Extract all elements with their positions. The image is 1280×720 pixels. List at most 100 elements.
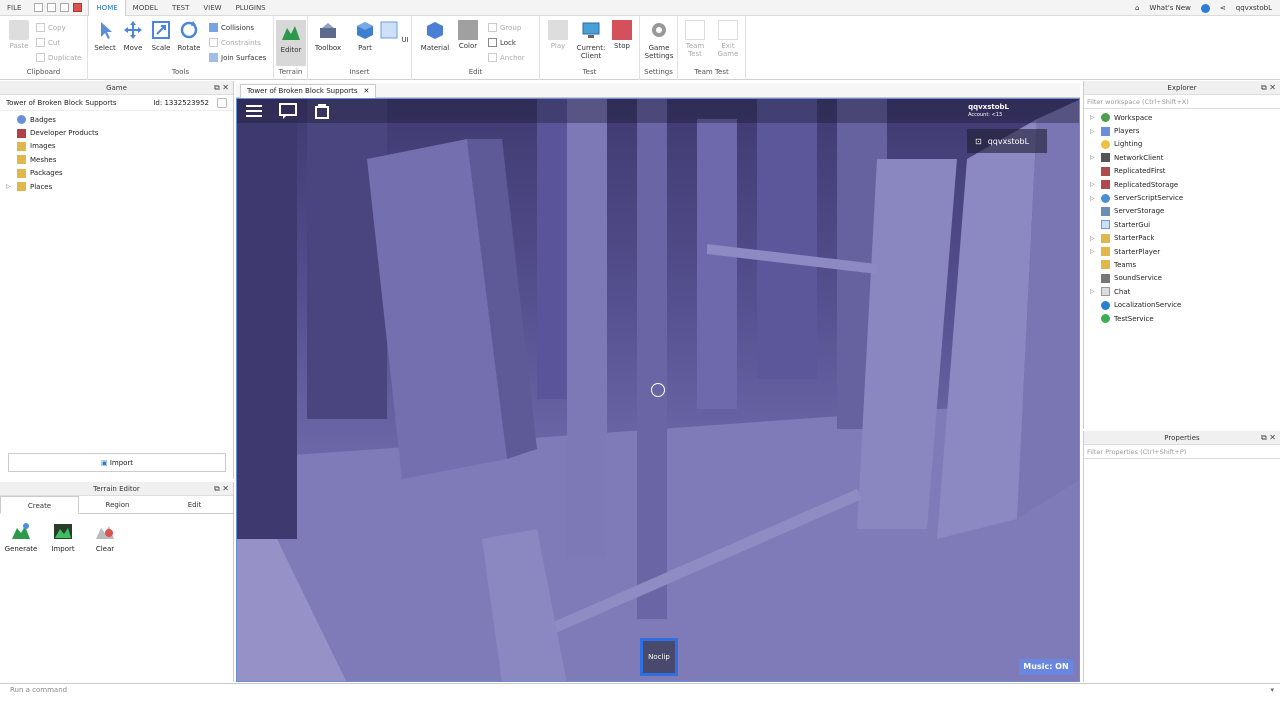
file-menu[interactable]: FILE [0, 0, 28, 16]
command-input[interactable]: Run a command [10, 686, 67, 694]
expand-arrow-icon[interactable]: ▷ [1090, 154, 1095, 161]
tab-edit[interactable]: Edit [156, 496, 233, 513]
move-button[interactable]: Move [118, 20, 148, 52]
exit-game-button[interactable]: Exit Game [713, 20, 743, 58]
paste-button[interactable]: Paste [4, 20, 34, 50]
expand-arrow-icon[interactable]: ▷ [1090, 128, 1095, 135]
explorer-item-soundservice[interactable]: SoundService [1084, 272, 1280, 285]
lock-button[interactable]: Lock [488, 35, 525, 50]
tab-model[interactable]: MODEL [126, 0, 165, 16]
explorer-item-teams[interactable]: Teams [1084, 258, 1280, 271]
ui-button[interactable]: UI [379, 20, 409, 44]
play-button[interactable]: Play [543, 20, 573, 50]
tree-item-packages[interactable]: Packages [0, 167, 233, 180]
username-label[interactable]: qqvxstobL [1236, 4, 1272, 12]
terrain-editor-button[interactable]: Editor [276, 20, 306, 66]
tab-test[interactable]: TEST [165, 0, 196, 16]
explorer-item-localizationservice[interactable]: LocalizationService [1084, 298, 1280, 311]
tree-item-images[interactable]: Images [0, 140, 233, 153]
part-button[interactable]: Part [350, 20, 380, 52]
expand-arrow-icon[interactable]: ▷ [6, 183, 11, 190]
tree-item-places[interactable]: ▷ Places [0, 180, 233, 193]
float-icon[interactable]: ⧉ [214, 484, 220, 493]
group-button[interactable]: Group [488, 20, 525, 35]
tab-home[interactable]: HOME [88, 0, 126, 16]
document-tab[interactable]: Tower of Broken Block Supports ✕ [240, 84, 377, 98]
expand-arrow-icon[interactable]: ▷ [1090, 195, 1095, 202]
rotate-button[interactable]: Rotate [174, 20, 204, 52]
tree-item-badges[interactable]: Badges [0, 113, 233, 126]
close-icon[interactable]: ✕ [222, 83, 229, 92]
redo-icon[interactable] [60, 3, 70, 12]
select-button[interactable]: Select [90, 20, 120, 52]
new-file-icon[interactable] [34, 3, 44, 12]
color-button[interactable]: Color [453, 20, 483, 50]
explorer-item-serverstorage[interactable]: ServerStorage [1084, 205, 1280, 218]
close-icon[interactable]: ✕ [1269, 83, 1276, 92]
close-tab-icon[interactable]: ✕ [364, 85, 370, 98]
player-list-entry[interactable]: ⊡ qqvxstobL [967, 129, 1047, 153]
music-toggle-button[interactable]: Music: ON [1019, 659, 1073, 675]
menu-icon[interactable] [245, 103, 263, 119]
chat-icon[interactable] [279, 103, 297, 119]
explorer-item-serverscriptservice[interactable]: ▷ ServerScriptService [1084, 191, 1280, 204]
constraints-toggle[interactable]: Constraints [209, 35, 266, 50]
undo-icon[interactable] [47, 3, 57, 12]
game-viewport[interactable]: qqvxstobL Account: <13 ⊡ qqvxstobL Nocli… [236, 98, 1080, 682]
tab-region[interactable]: Region [79, 496, 156, 513]
whats-new-link[interactable]: What's New [1149, 4, 1190, 12]
explorer-item-testservice[interactable]: TestService [1084, 312, 1280, 325]
float-icon[interactable]: ⧉ [1261, 83, 1267, 92]
explorer-filter-input[interactable]: Filter workspace (Ctrl+Shift+X) [1084, 95, 1280, 109]
expand-arrow-icon[interactable]: ▷ [1090, 181, 1095, 188]
stop-icon[interactable] [73, 3, 83, 12]
explorer-item-starterplayer[interactable]: ▷ StarterPlayer [1084, 245, 1280, 258]
explorer-item-starterpack[interactable]: ▷ StarterPack [1084, 232, 1280, 245]
tab-view[interactable]: VIEW [196, 0, 228, 16]
float-icon[interactable]: ⧉ [214, 83, 220, 92]
game-settings-button[interactable]: Game Settings [644, 20, 674, 60]
terrain-import-button[interactable]: Import [46, 522, 80, 553]
collisions-toggle[interactable]: Collisions [209, 20, 266, 35]
close-icon[interactable]: ✕ [222, 484, 229, 493]
float-icon[interactable]: ⧉ [1261, 433, 1267, 442]
properties-filter-input[interactable]: Filter Properties (Ctrl+Shift+P) [1084, 445, 1280, 459]
join-surfaces-toggle[interactable]: Join Surfaces [209, 50, 266, 65]
cut-button[interactable]: Cut [36, 35, 81, 50]
explorer-item-replicatedfirst[interactable]: ReplicatedFirst [1084, 165, 1280, 178]
tree-item-meshes[interactable]: Meshes [0, 153, 233, 166]
refresh-icon[interactable] [217, 97, 227, 108]
stop-button[interactable]: Stop [607, 20, 637, 50]
scale-button[interactable]: Scale [146, 20, 176, 52]
expand-arrow-icon[interactable]: ▷ [1090, 114, 1095, 121]
expand-arrow-icon[interactable]: ▷ [1090, 288, 1095, 295]
explorer-item-startergui[interactable]: StarterGui [1084, 218, 1280, 231]
command-bar[interactable]: Run a command ▾ [0, 683, 1280, 697]
explorer-item-networkclient[interactable]: ▷ NetworkClient [1084, 151, 1280, 164]
team-test-button[interactable]: Team Test [680, 20, 710, 58]
material-button[interactable]: Material [420, 20, 450, 52]
explorer-item-lighting[interactable]: Lighting [1084, 138, 1280, 151]
share-icon[interactable]: ⋖ [1220, 4, 1226, 12]
toolbox-button[interactable]: Toolbox [313, 20, 343, 52]
explorer-item-players[interactable]: ▷ Players [1084, 124, 1280, 137]
clear-button[interactable]: Clear [88, 522, 122, 553]
help-icon[interactable] [1200, 3, 1210, 13]
expand-arrow-icon[interactable]: ▷ [1090, 235, 1095, 242]
close-icon[interactable]: ✕ [1269, 433, 1276, 442]
current-client-button[interactable]: Current: Client [574, 20, 608, 60]
import-button[interactable]: ▣ Import [8, 453, 226, 472]
tab-create[interactable]: Create [0, 496, 79, 514]
backpack-icon[interactable] [313, 103, 331, 119]
expand-arrow-icon[interactable]: ▷ [1090, 248, 1095, 255]
chevron-down-icon[interactable]: ▾ [1270, 684, 1274, 697]
generate-button[interactable]: Generate [4, 522, 38, 553]
home-icon[interactable]: ⌂ [1135, 4, 1139, 12]
copy-button[interactable]: Copy [36, 20, 81, 35]
explorer-item-workspace[interactable]: ▷ Workspace [1084, 111, 1280, 124]
tree-item-developer-products[interactable]: Developer Products [0, 126, 233, 139]
tab-plugins[interactable]: PLUGINS [229, 0, 273, 16]
anchor-button[interactable]: Anchor [488, 50, 525, 65]
explorer-item-replicatedstorage[interactable]: ▷ ReplicatedStorage [1084, 178, 1280, 191]
duplicate-button[interactable]: Duplicate [36, 50, 81, 65]
